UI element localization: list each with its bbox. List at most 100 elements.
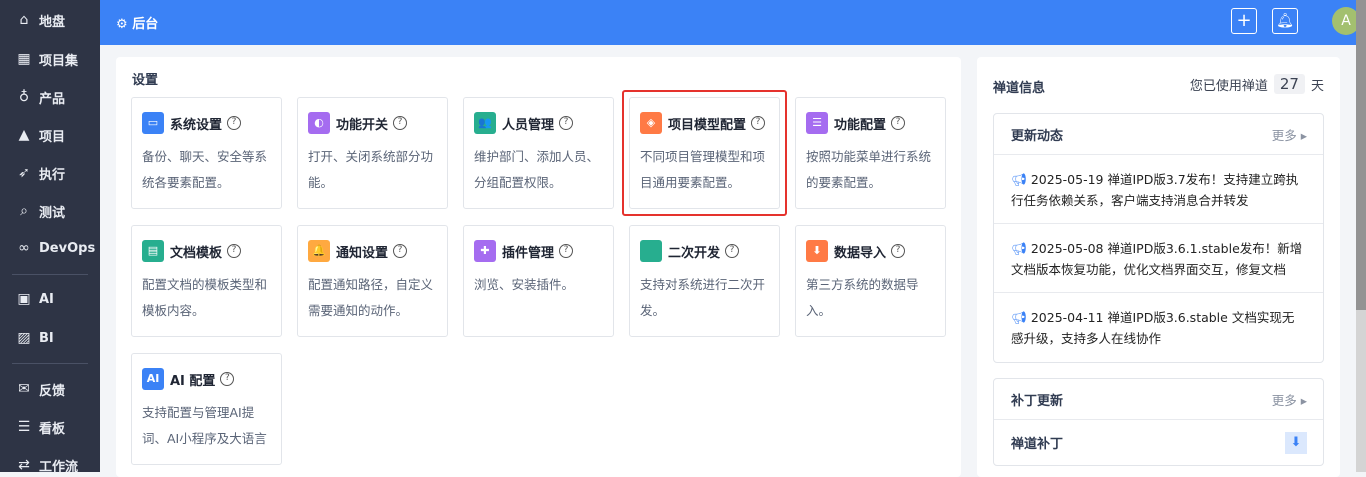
- megaphone-icon: 📢︎: [1011, 241, 1027, 256]
- download-icon[interactable]: ⬇: [1285, 431, 1307, 454]
- divider: [12, 274, 88, 275]
- sidebar-item-6[interactable]: ∞ DevOps: [15, 238, 95, 258]
- card-icon: [640, 240, 662, 262]
- card-icon: ▤: [142, 240, 164, 262]
- help-icon[interactable]: ?: [227, 116, 242, 130]
- sidebar-item-0[interactable]: ⌂ 地盘: [15, 10, 65, 30]
- sidebar-item-8[interactable]: ▨ BI: [15, 328, 53, 348]
- card-icon: AI: [142, 368, 164, 390]
- help-icon[interactable]: ?: [393, 244, 408, 258]
- card-desc: 配置文档的模板类型和模板内容。: [142, 277, 268, 318]
- info-panel: 禅道信息 您已使用禅道 27 天 更新动态 更多 ▸ 📢︎ 2025-05-19 禅道…: [977, 57, 1340, 477]
- card-icon: 👥: [474, 112, 496, 134]
- help-icon[interactable]: ?: [393, 116, 408, 130]
- header: ⚙ 后台 + 🔔︎ A: [100, 0, 1360, 45]
- updates-box: 更新动态 更多 ▸ 📢︎ 2025-05-19 禅道IPD版3.7发布！支持建立跨…: [993, 113, 1324, 363]
- help-icon[interactable]: ?: [220, 372, 235, 386]
- settings-card[interactable]: AI AI 配置? 支持配置与管理AI提词、AI小程序及大语言: [131, 353, 282, 465]
- info-title: 禅道信息: [993, 81, 1046, 96]
- settings-panel: 设置 ▭ 系统设置? 备份、聊天、安全等系统各要素配置。 ◐ 功能开关? 打开、关闭系统部…: [116, 57, 961, 477]
- infinity-icon: ∞: [18, 240, 30, 256]
- kanban-icon: ☰: [17, 419, 31, 435]
- news-item[interactable]: 📢︎ 2025-04-11 禅道IPD版3.6.stable 文档实现无感升级，…: [994, 293, 1323, 362]
- news-item[interactable]: 📢︎ 2025-05-19 禅道IPD版3.7发布！支持建立跨执行任务依赖关系，…: [994, 155, 1323, 224]
- card-title: 文档模板: [170, 245, 223, 261]
- card-title: 系统设置: [170, 117, 223, 133]
- help-icon[interactable]: ?: [227, 244, 242, 258]
- sidebar-item-10[interactable]: ☰ 看板: [15, 417, 65, 437]
- megaphone-icon: 📢︎: [1011, 310, 1027, 325]
- highlight-box: [622, 90, 787, 216]
- run-icon: ➶: [18, 165, 30, 181]
- patches-box: 补丁更新 更多 ▸ 禅道补丁 ⬇: [993, 378, 1324, 466]
- card-icon: 🔔: [308, 240, 330, 262]
- card-title: AI 配置: [170, 373, 216, 389]
- sidebar: ⌂ 地盘 ▦ 项目集 ♁ 产品 ▲ 项目 ➶ 执行 ⌕ 测试 ∞ DevOps ▣ AI ▨ BI ✉ 反馈 ☰ 看板 ⇄ 工…: [0, 0, 100, 475]
- settings-card[interactable]: ☰ 功能配置? 按照功能菜单进行系统的要素配置。: [795, 97, 946, 209]
- card-icon: ▭: [142, 112, 164, 134]
- help-icon[interactable]: ?: [891, 116, 906, 130]
- card-title: 功能配置: [834, 117, 887, 133]
- gear-icon: ⚙: [116, 17, 128, 32]
- divider: [12, 363, 88, 364]
- usage-days: 您已使用禅道 27 天: [1189, 74, 1324, 94]
- sidebar-item-7[interactable]: ▣ AI: [15, 289, 54, 309]
- card-icon: ◐: [308, 112, 330, 134]
- card-icon: ✚: [474, 240, 496, 262]
- sidebar-item-5[interactable]: ⌕ 测试: [15, 201, 65, 221]
- sidebar-item-9[interactable]: ✉ 反馈: [15, 379, 65, 399]
- scrollbar-thumb[interactable]: [1356, 0, 1366, 310]
- bulb-icon: ♁: [18, 89, 30, 105]
- settings-card[interactable]: 二次开发? 支持对系统进行二次开发。: [629, 225, 780, 337]
- card-desc: 支持对系统进行二次开发。: [640, 277, 766, 318]
- settings-card[interactable]: 👥 人员管理? 维护部门、添加人员、分组配置权限。: [463, 97, 614, 209]
- card-desc: 浏览、安装插件。: [474, 277, 575, 292]
- settings-card[interactable]: ◐ 功能开关? 打开、关闭系统部分功能。: [297, 97, 448, 209]
- updates-more-link[interactable]: 更多 ▸: [1272, 125, 1307, 144]
- settings-card[interactable]: ✚ 插件管理? 浏览、安装插件。: [463, 225, 614, 337]
- section-title: 设置: [132, 73, 159, 88]
- sidebar-item-1[interactable]: ▦ 项目集: [15, 49, 78, 69]
- help-icon[interactable]: ?: [559, 116, 574, 130]
- card-desc: 支持配置与管理AI提词、AI小程序及大语言: [142, 405, 267, 446]
- workflow-icon: ⇄: [18, 457, 30, 473]
- sidebar-item-11[interactable]: ⇄ 工作流: [15, 455, 78, 475]
- card-title: 插件管理: [502, 245, 555, 261]
- robot-icon: ▣: [17, 291, 31, 307]
- help-icon[interactable]: ?: [725, 244, 740, 258]
- news-item[interactable]: 📢︎ 2025-05-08 禅道IPD版3.6.1.stable发布！新增文档版…: [994, 224, 1323, 293]
- megaphone-icon: 📢︎: [1011, 172, 1027, 187]
- add-button[interactable]: +: [1231, 8, 1257, 34]
- scrollbar[interactable]: [1356, 0, 1366, 472]
- help-icon[interactable]: ?: [891, 244, 906, 258]
- updates-title: 更新动态: [1011, 128, 1064, 144]
- help-icon[interactable]: ?: [559, 244, 574, 258]
- card-desc: 备份、聊天、安全等系统各要素配置。: [142, 149, 268, 190]
- card-desc: 维护部门、添加人员、分组配置权限。: [474, 149, 600, 190]
- grid-icon: ▦: [17, 51, 31, 67]
- sidebar-item-4[interactable]: ➶ 执行: [15, 163, 65, 183]
- card-desc: 打开、关闭系统部分功能。: [308, 149, 434, 190]
- settings-card[interactable]: ▭ 系统设置? 备份、聊天、安全等系统各要素配置。: [131, 97, 282, 209]
- sidebar-item-3[interactable]: ▲ 项目: [15, 125, 65, 145]
- card-title: 功能开关: [336, 117, 389, 133]
- chart-board-icon: ▨: [17, 330, 31, 346]
- patch-item[interactable]: 禅道补丁: [1011, 433, 1063, 452]
- card-desc: 第三方系统的数据导入。: [806, 277, 919, 318]
- card-desc: 按照功能菜单进行系统的要素配置。: [806, 149, 932, 190]
- bell-icon[interactable]: 🔔︎: [1272, 8, 1298, 34]
- card-icon: ⬇: [806, 240, 828, 262]
- rocket-icon: ▲: [18, 127, 30, 143]
- days-count: 27: [1273, 74, 1305, 94]
- card-title: 通知设置: [336, 245, 389, 261]
- settings-card[interactable]: 🔔 通知设置? 配置通知路径，自定义需要通知的动作。: [297, 225, 448, 337]
- search-icon: ⌕: [20, 203, 28, 219]
- card-icon: ☰: [806, 112, 828, 134]
- card-title: 人员管理: [502, 117, 555, 133]
- patches-more-link[interactable]: 更多 ▸: [1272, 390, 1307, 409]
- card-desc: 配置通知路径，自定义需要通知的动作。: [308, 277, 434, 318]
- home-icon: ⌂: [19, 12, 29, 28]
- settings-card[interactable]: ⬇ 数据导入? 第三方系统的数据导入。: [795, 225, 946, 337]
- settings-card[interactable]: ▤ 文档模板? 配置文档的模板类型和模板内容。: [131, 225, 282, 337]
- sidebar-item-2[interactable]: ♁ 产品: [15, 87, 65, 107]
